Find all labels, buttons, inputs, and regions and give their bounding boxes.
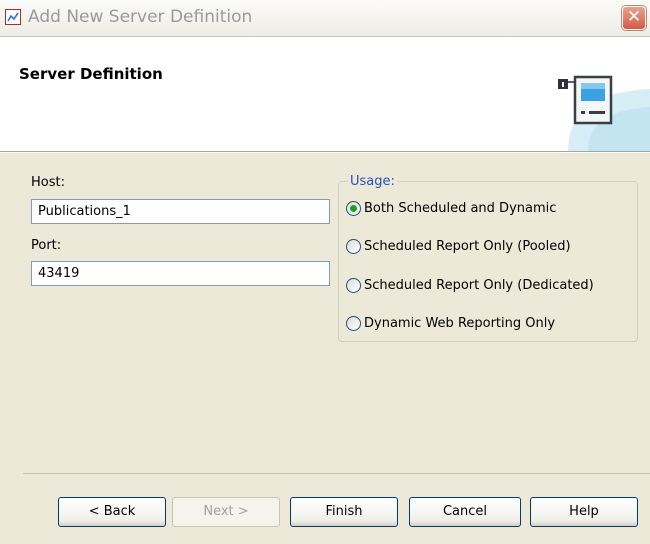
next-button[interactable]: Next > <box>172 497 280 527</box>
radio-button[interactable] <box>346 277 361 293</box>
host-label: Host: <box>31 175 65 190</box>
radio-label: Scheduled Report Only (Pooled) <box>364 238 571 254</box>
radio-dynamic-web[interactable]: Dynamic Web Reporting Only <box>346 313 555 333</box>
radio-button[interactable] <box>346 238 361 254</box>
wizard-header: Server Definition <box>0 37 650 151</box>
section-title: Server Definition <box>19 65 163 83</box>
close-icon: ✕ <box>626 7 642 27</box>
radio-label: Scheduled Report Only (Dedicated) <box>364 277 594 293</box>
radio-scheduled-dedicated[interactable]: Scheduled Report Only (Dedicated) <box>346 275 594 295</box>
usage-legend: Usage: <box>348 174 397 189</box>
cancel-button[interactable]: Cancel <box>409 497 521 527</box>
help-button[interactable]: Help <box>530 497 638 527</box>
radio-label: Both Scheduled and Dynamic <box>364 200 557 216</box>
title-bar: Add New Server Definition ✕ <box>0 0 650 37</box>
back-button[interactable]: < Back <box>58 497 166 527</box>
close-button[interactable]: ✕ <box>622 6 646 30</box>
window-title: Add New Server Definition <box>28 7 253 27</box>
radio-label: Dynamic Web Reporting Only <box>364 315 556 331</box>
port-input[interactable]: 43419 <box>31 261 330 286</box>
port-label: Port: <box>31 238 62 253</box>
radio-button[interactable] <box>346 315 361 331</box>
button-bar-divider <box>23 473 650 474</box>
host-input[interactable]: Publications_1 <box>31 199 330 224</box>
radio-scheduled-pooled[interactable]: Scheduled Report Only (Pooled) <box>346 236 571 256</box>
radio-both-scheduled-dynamic[interactable]: Both Scheduled and Dynamic <box>346 198 556 218</box>
server-icon <box>558 75 650 151</box>
radio-button[interactable] <box>346 200 361 216</box>
chart-icon <box>5 9 21 25</box>
finish-button[interactable]: Finish <box>290 497 398 527</box>
